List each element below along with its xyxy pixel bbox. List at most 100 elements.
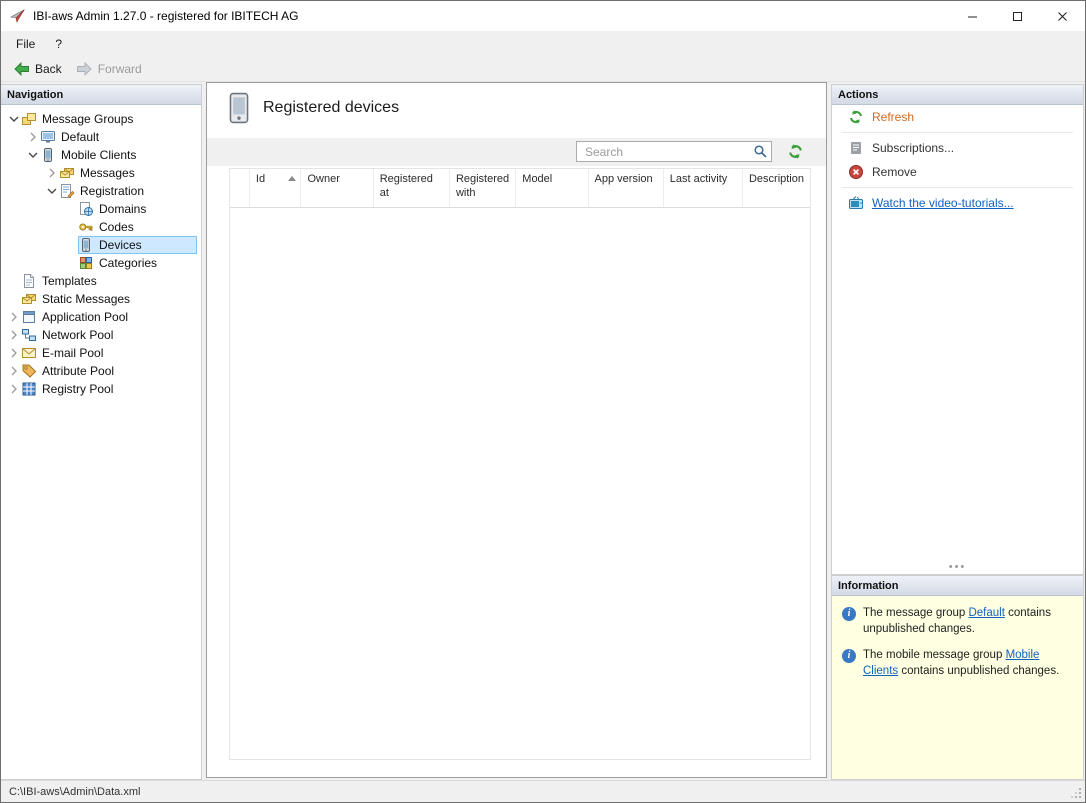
information-body: i The message group Default contains unp… [832, 596, 1083, 779]
forward-arrow-icon [76, 62, 93, 76]
tree-item-email-pool[interactable]: E-mail Pool [1, 344, 201, 362]
chevron-right-icon[interactable] [6, 310, 21, 325]
chevron-right-icon[interactable] [6, 328, 21, 343]
column-header-registered-with[interactable]: Registered with [450, 169, 516, 207]
column-header-last-activity[interactable]: Last activity [664, 169, 743, 207]
tree-item-messages[interactable]: Messages [1, 164, 201, 182]
menu-help[interactable]: ? [45, 33, 72, 55]
resize-grip-icon[interactable] [1070, 787, 1082, 799]
refresh-action[interactable]: Refresh [832, 105, 1083, 129]
tree-item-registration[interactable]: Registration [1, 182, 201, 200]
chevron-down-icon[interactable] [6, 112, 21, 127]
tree-item-default[interactable]: Default [1, 128, 201, 146]
domains-icon [78, 201, 94, 217]
key-icon [78, 219, 94, 235]
app-logo-icon [10, 8, 26, 24]
registered-devices-icon [227, 92, 251, 124]
tree-item-categories[interactable]: Categories [1, 254, 201, 272]
refresh-grid-icon[interactable] [787, 143, 804, 160]
workspace: Navigation Message Groups Default Mobile… [1, 82, 1085, 780]
close-button[interactable] [1040, 1, 1085, 31]
message-groups-icon [21, 111, 37, 127]
tree-item-registry-pool[interactable]: Registry Pool [1, 380, 201, 398]
data-file-path: C:\IBI-aws\Admin\Data.xml [9, 786, 140, 798]
application-pool-icon [21, 309, 37, 325]
window-title: IBI-aws Admin 1.27.0 - registered for IB… [33, 9, 298, 23]
column-header-id[interactable]: Id [250, 169, 302, 207]
remove-icon [848, 164, 864, 180]
devices-icon [78, 237, 94, 253]
splitter-grip[interactable]: ••• [949, 563, 967, 571]
page-title: Registered devices [263, 99, 399, 117]
info-icon: i [842, 649, 856, 663]
chevron-down-icon[interactable] [44, 184, 59, 199]
sort-ascending-icon [288, 176, 296, 181]
expander-spacer [6, 292, 21, 307]
information-panel: Information i The message group Default … [831, 575, 1084, 780]
menu-file[interactable]: File [6, 33, 45, 55]
column-header-owner[interactable]: Owner [301, 169, 373, 207]
attribute-pool-icon [21, 363, 37, 379]
tree-item-application-pool[interactable]: Application Pool [1, 308, 201, 326]
tree-item-templates[interactable]: Templates [1, 272, 201, 290]
info-note: i The mobile message group Mobile Client… [842, 648, 1073, 679]
content-panel: Registered devices Id Owner Registered a… [206, 82, 827, 778]
tree-item-static-messages[interactable]: Static Messages [1, 290, 201, 308]
actions-header: Actions [832, 85, 1083, 105]
info-note: i The message group Default contains unp… [842, 606, 1073, 637]
navigation-header: Navigation [1, 85, 201, 105]
templates-icon [21, 273, 37, 289]
actions-separator [842, 187, 1073, 188]
subscriptions-action[interactable]: Subscriptions... [832, 136, 1083, 160]
table-header-row: Id Owner Registered at Registered with M… [230, 169, 810, 208]
statusbar: C:\IBI-aws\Admin\Data.xml [1, 780, 1085, 802]
maximize-button[interactable] [995, 1, 1040, 31]
chevron-right-icon[interactable] [44, 166, 59, 181]
search-icon[interactable] [753, 144, 768, 159]
back-arrow-icon [13, 62, 30, 76]
tree-item-message-groups[interactable]: Message Groups [1, 110, 201, 128]
tree-item-devices[interactable]: Devices [1, 236, 201, 254]
refresh-icon [848, 109, 864, 125]
tree-item-domains[interactable]: Domains [1, 200, 201, 218]
minimize-button[interactable] [950, 1, 995, 31]
search-input[interactable] [576, 141, 772, 162]
actions-panel: Actions Refresh Subscriptions... Remove [831, 84, 1084, 575]
chevron-right-icon[interactable] [6, 382, 21, 397]
expander-spacer [63, 220, 78, 235]
remove-action[interactable]: Remove [832, 160, 1083, 184]
expander-spacer [63, 256, 78, 271]
tree-item-mobile-clients[interactable]: Mobile Clients [1, 146, 201, 164]
chevron-right-icon[interactable] [25, 130, 40, 145]
chevron-right-icon[interactable] [6, 364, 21, 379]
back-button[interactable]: Back [6, 60, 69, 78]
row-selector-header[interactable] [230, 169, 250, 207]
toolbar: Back Forward [1, 57, 1085, 82]
default-group-icon [40, 129, 56, 145]
column-header-app-version[interactable]: App version [589, 169, 664, 207]
tv-icon [848, 195, 864, 211]
messages-icon [59, 165, 75, 181]
forward-button[interactable]: Forward [69, 60, 149, 78]
column-header-model[interactable]: Model [516, 169, 588, 207]
chevron-down-icon[interactable] [25, 148, 40, 163]
information-header: Information [832, 576, 1083, 596]
column-header-registered-at[interactable]: Registered at [374, 169, 450, 207]
column-header-description[interactable]: Description [743, 169, 810, 207]
tree-item-network-pool[interactable]: Network Pool [1, 326, 201, 344]
network-pool-icon [21, 327, 37, 343]
categories-icon [78, 255, 94, 271]
chevron-right-icon[interactable] [6, 346, 21, 361]
devices-table: Id Owner Registered at Registered with M… [229, 168, 811, 760]
registration-icon [59, 183, 75, 199]
tree-item-codes[interactable]: Codes [1, 218, 201, 236]
static-messages-icon [21, 291, 37, 307]
expander-spacer [63, 238, 78, 253]
default-group-link[interactable]: Default [968, 607, 1004, 619]
titlebar: IBI-aws Admin 1.27.0 - registered for IB… [1, 1, 1085, 31]
search-strip [207, 138, 826, 166]
tree-item-attribute-pool[interactable]: Attribute Pool [1, 362, 201, 380]
right-column: Actions Refresh Subscriptions... Remove [831, 84, 1084, 780]
video-tutorials-action[interactable]: Watch the video-tutorials... [832, 191, 1083, 215]
subscriptions-icon [848, 140, 864, 156]
